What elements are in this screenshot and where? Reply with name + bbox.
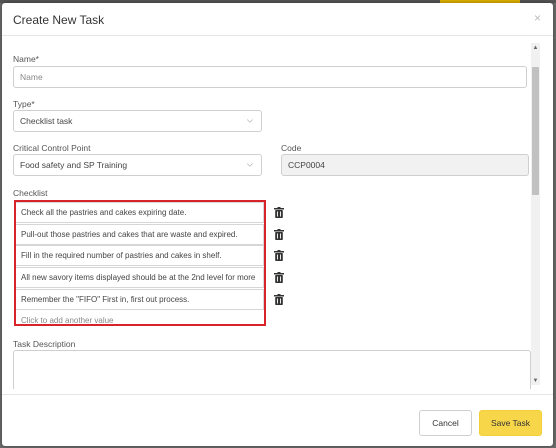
trash-icon[interactable] (274, 294, 284, 305)
code-label: Code (281, 143, 302, 153)
chevron-down-icon: ⌵ (246, 159, 253, 169)
highlight-box (14, 200, 266, 326)
type-label: Type* (13, 99, 35, 109)
modal-scrollbar[interactable]: ▲ ▼ (531, 43, 540, 385)
modal-header: Create New Task × (2, 3, 553, 36)
name-input[interactable]: Name (13, 66, 527, 88)
code-value: CCP0004 (288, 160, 325, 170)
close-icon[interactable]: × (534, 11, 541, 25)
save-task-button[interactable]: Save Task (479, 410, 542, 436)
type-value: Checklist task (20, 116, 73, 126)
type-select[interactable]: Checklist task ⌵ (13, 110, 262, 132)
ccp-value: Food safety and SP Training (20, 160, 128, 170)
description-textarea[interactable] (13, 350, 531, 389)
modal-body: Name* Name Type* Checklist task ⌵ Critic… (2, 37, 553, 389)
description-label: Task Description (13, 339, 76, 349)
trash-icon[interactable] (274, 229, 284, 240)
ccp-label: Critical Control Point (13, 143, 91, 153)
code-input: CCP0004 (281, 154, 529, 176)
chevron-down-icon: ⌵ (246, 115, 253, 125)
trash-icon[interactable] (274, 250, 284, 261)
name-label: Name* (13, 54, 39, 64)
checklist-label: Checklist (13, 188, 48, 198)
trash-icon[interactable] (274, 272, 284, 283)
scroll-thumb[interactable] (532, 67, 539, 195)
modal-footer: Cancel Save Task (2, 394, 553, 446)
scroll-down-icon[interactable]: ▼ (531, 376, 540, 385)
ccp-select[interactable]: Food safety and SP Training ⌵ (13, 154, 262, 176)
create-task-modal: Create New Task × Name* Name Type* Check… (2, 3, 553, 446)
name-placeholder: Name (20, 72, 43, 82)
trash-icon[interactable] (274, 207, 284, 218)
scroll-up-icon[interactable]: ▲ (531, 43, 540, 52)
cancel-button[interactable]: Cancel (419, 410, 472, 436)
modal-title: Create New Task (13, 13, 105, 27)
